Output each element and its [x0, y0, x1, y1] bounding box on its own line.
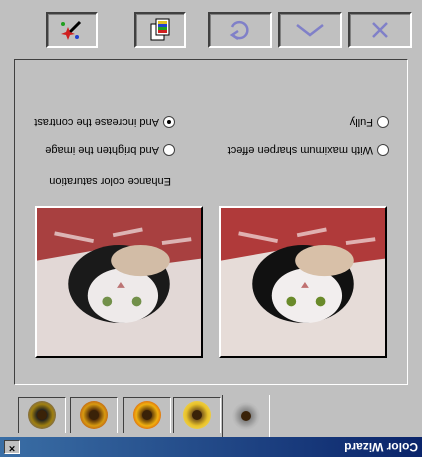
radio-brighten[interactable] [163, 144, 175, 156]
tab-dark[interactable] [70, 397, 118, 433]
radio-fully[interactable] [377, 116, 389, 128]
option-fully-label: Fully [349, 116, 373, 128]
radio-contrast[interactable] [163, 116, 175, 128]
original-preview-image [35, 206, 203, 358]
redo-icon [229, 20, 249, 41]
tab-yellow[interactable] [173, 397, 221, 433]
flower-blue-icon [28, 401, 56, 430]
tab-red[interactable] [123, 397, 171, 433]
flower-gray-icon [232, 402, 260, 430]
title-bar: Color Wizard × [0, 437, 422, 457]
copy-color-button[interactable] [134, 12, 186, 48]
window-title: Color Wizard [344, 440, 418, 454]
close-button[interactable] [348, 12, 412, 48]
close-window-button[interactable]: × [4, 440, 20, 454]
magic-wand-button[interactable] [46, 12, 98, 48]
section-label: Enhance color saturation [49, 175, 171, 187]
color-wizard-window: Color Wizard × Enhance color saturation … [0, 0, 422, 457]
flower-yellow-icon [183, 401, 211, 430]
option-brighten[interactable]: And brighten the image [45, 144, 175, 156]
option-contrast[interactable]: And increase the contrast [34, 116, 175, 128]
option-contrast-label: And increase the contrast [34, 116, 159, 128]
redo-button[interactable] [208, 12, 272, 48]
options-panel: Enhance color saturation With maximum sh… [14, 59, 408, 385]
close-icon: × [8, 442, 16, 454]
result-preview-image [219, 206, 387, 358]
flower-red-icon [133, 401, 161, 430]
close-icon [372, 22, 388, 38]
magic-wand-icon [61, 20, 82, 40]
radio-max-sharpen[interactable] [377, 144, 389, 156]
copy-color-icon [150, 18, 170, 41]
tab-gray[interactable] [222, 395, 270, 437]
option-max-sharpen[interactable]: With maximum sharpen effect [228, 144, 389, 156]
option-fully[interactable]: Fully [350, 116, 389, 128]
tab-blue[interactable] [18, 397, 66, 433]
collapse-button[interactable] [278, 12, 342, 48]
option-brighten-label: And brighten the image [45, 144, 159, 156]
effect-tabs [0, 391, 422, 437]
option-max-sharpen-label: With maximum sharpen effect [227, 144, 373, 156]
flower-dark-icon [80, 401, 108, 430]
chevron-up-icon [296, 24, 324, 37]
